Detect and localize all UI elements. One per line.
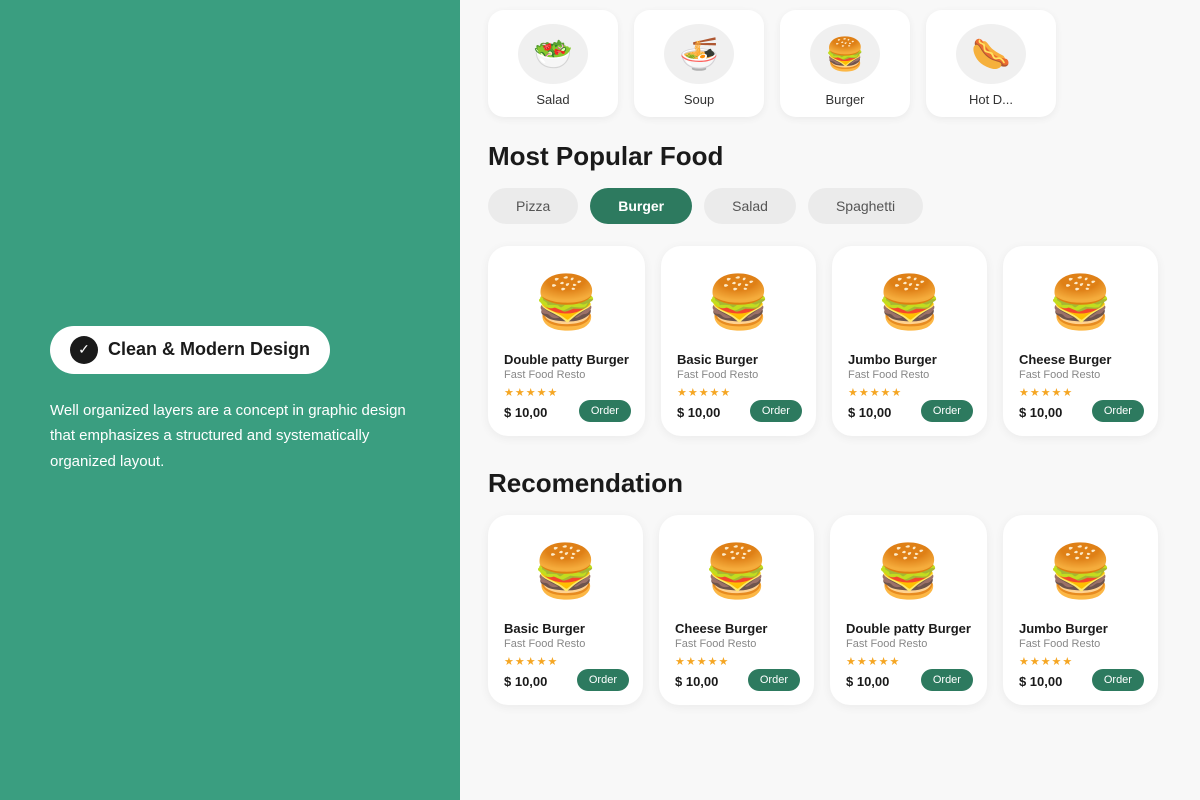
recom-img-3: 🍔 [1019,531,1142,611]
category-item-0[interactable]: 🥗 Salad [488,10,618,117]
food-img-1: 🍔 [677,262,800,342]
badge-label: Clean & Modern Design [108,339,310,360]
recom-resto-3: Fast Food Resto [1019,638,1142,650]
popular-section-title: Most Popular Food [488,141,1176,172]
category-label-1: Soup [684,92,714,107]
filter-tab-pizza[interactable]: Pizza [488,188,578,224]
food-img-2: 🍔 [848,262,971,342]
recom-name-3: Jumbo Burger [1019,621,1142,636]
recom-resto-2: Fast Food Resto [846,638,971,650]
order-button-1[interactable]: Order [750,400,802,422]
left-panel: ✓ Clean & Modern Design Well organized l… [0,0,460,800]
recom-order-button-3[interactable]: Order [1092,669,1144,691]
popular-food-card-0: 🍔 Double patty Burger Fast Food Resto ★★… [488,246,645,436]
food-resto-1: Fast Food Resto [677,369,800,381]
recom-order-button-0[interactable]: Order [577,669,629,691]
category-item-3[interactable]: 🌭 Hot D... [926,10,1056,117]
recom-name-2: Double patty Burger [846,621,971,636]
right-content: 🥗 Salad 🍜 Soup 🍔 Burger 🌭 Hot D... Most … [460,0,1200,800]
food-stars-0: ★★★★★ [504,386,629,399]
filter-tabs: Pizza Burger Salad Spaghetti [488,188,1176,224]
recom-stars-1: ★★★★★ [675,655,798,668]
recom-stars-3: ★★★★★ [1019,655,1142,668]
food-name-1: Basic Burger [677,352,800,367]
order-button-3[interactable]: Order [1092,400,1144,422]
category-img-0: 🥗 [518,24,588,84]
recom-name-0: Basic Burger [504,621,627,636]
recom-food-grid: 🍔 Basic Burger Fast Food Resto ★★★★★ $ 1… [488,515,1176,705]
food-resto-0: Fast Food Resto [504,369,629,381]
category-label-2: Burger [825,92,864,107]
food-name-2: Jumbo Burger [848,352,971,367]
popular-food-card-2: 🍔 Jumbo Burger Fast Food Resto ★★★★★ $ 1… [832,246,987,436]
popular-food-grid: 🍔 Double patty Burger Fast Food Resto ★★… [488,246,1176,436]
recom-img-0: 🍔 [504,531,627,611]
filter-tab-spaghetti[interactable]: Spaghetti [808,188,923,224]
recom-food-card-0: 🍔 Basic Burger Fast Food Resto ★★★★★ $ 1… [488,515,643,705]
category-item-1[interactable]: 🍜 Soup [634,10,764,117]
food-resto-2: Fast Food Resto [848,369,971,381]
category-label-0: Salad [536,92,569,107]
recom-stars-0: ★★★★★ [504,655,627,668]
description-text: Well organized layers are a concept in g… [50,398,410,475]
food-stars-2: ★★★★★ [848,386,971,399]
recom-stars-2: ★★★★★ [846,655,971,668]
category-item-2[interactable]: 🍔 Burger [780,10,910,117]
badge: ✓ Clean & Modern Design [50,326,330,374]
category-img-3: 🌭 [956,24,1026,84]
recom-img-1: 🍔 [675,531,798,611]
recom-order-button-2[interactable]: Order [921,669,973,691]
order-button-0[interactable]: Order [579,400,631,422]
popular-food-card-1: 🍔 Basic Burger Fast Food Resto ★★★★★ $ 1… [661,246,816,436]
food-img-0: 🍔 [504,262,629,342]
category-img-1: 🍜 [664,24,734,84]
recom-order-button-1[interactable]: Order [748,669,800,691]
recom-food-card-3: 🍔 Jumbo Burger Fast Food Resto ★★★★★ $ 1… [1003,515,1158,705]
food-stars-3: ★★★★★ [1019,386,1142,399]
popular-food-card-3: 🍔 Cheese Burger Fast Food Resto ★★★★★ $ … [1003,246,1158,436]
food-stars-1: ★★★★★ [677,386,800,399]
filter-tab-burger[interactable]: Burger [590,188,692,224]
recom-img-2: 🍔 [846,531,971,611]
filter-tab-salad[interactable]: Salad [704,188,796,224]
order-button-2[interactable]: Order [921,400,973,422]
food-name-0: Double patty Burger [504,352,629,367]
category-img-2: 🍔 [810,24,880,84]
category-row: 🥗 Salad 🍜 Soup 🍔 Burger 🌭 Hot D... [488,0,1176,137]
recom-food-card-2: 🍔 Double patty Burger Fast Food Resto ★★… [830,515,987,705]
recom-food-card-1: 🍔 Cheese Burger Fast Food Resto ★★★★★ $ … [659,515,814,705]
recom-name-1: Cheese Burger [675,621,798,636]
check-icon: ✓ [70,336,98,364]
recom-resto-0: Fast Food Resto [504,638,627,650]
category-label-3: Hot D... [969,92,1013,107]
right-panel: 🥗 Salad 🍜 Soup 🍔 Burger 🌭 Hot D... Most … [460,0,1200,800]
recom-section-title: Recomendation [488,468,1176,499]
food-resto-3: Fast Food Resto [1019,369,1142,381]
food-img-3: 🍔 [1019,262,1142,342]
recom-resto-1: Fast Food Resto [675,638,798,650]
food-name-3: Cheese Burger [1019,352,1142,367]
